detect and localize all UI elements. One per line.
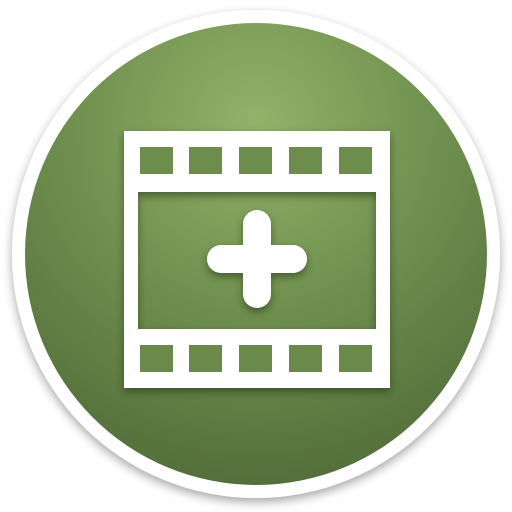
film-bottom-bar — [138, 329, 376, 343]
film-top-bar — [138, 178, 376, 192]
add-video-app-icon[interactable] — [0, 0, 512, 512]
icon-stage — [0, 0, 512, 512]
